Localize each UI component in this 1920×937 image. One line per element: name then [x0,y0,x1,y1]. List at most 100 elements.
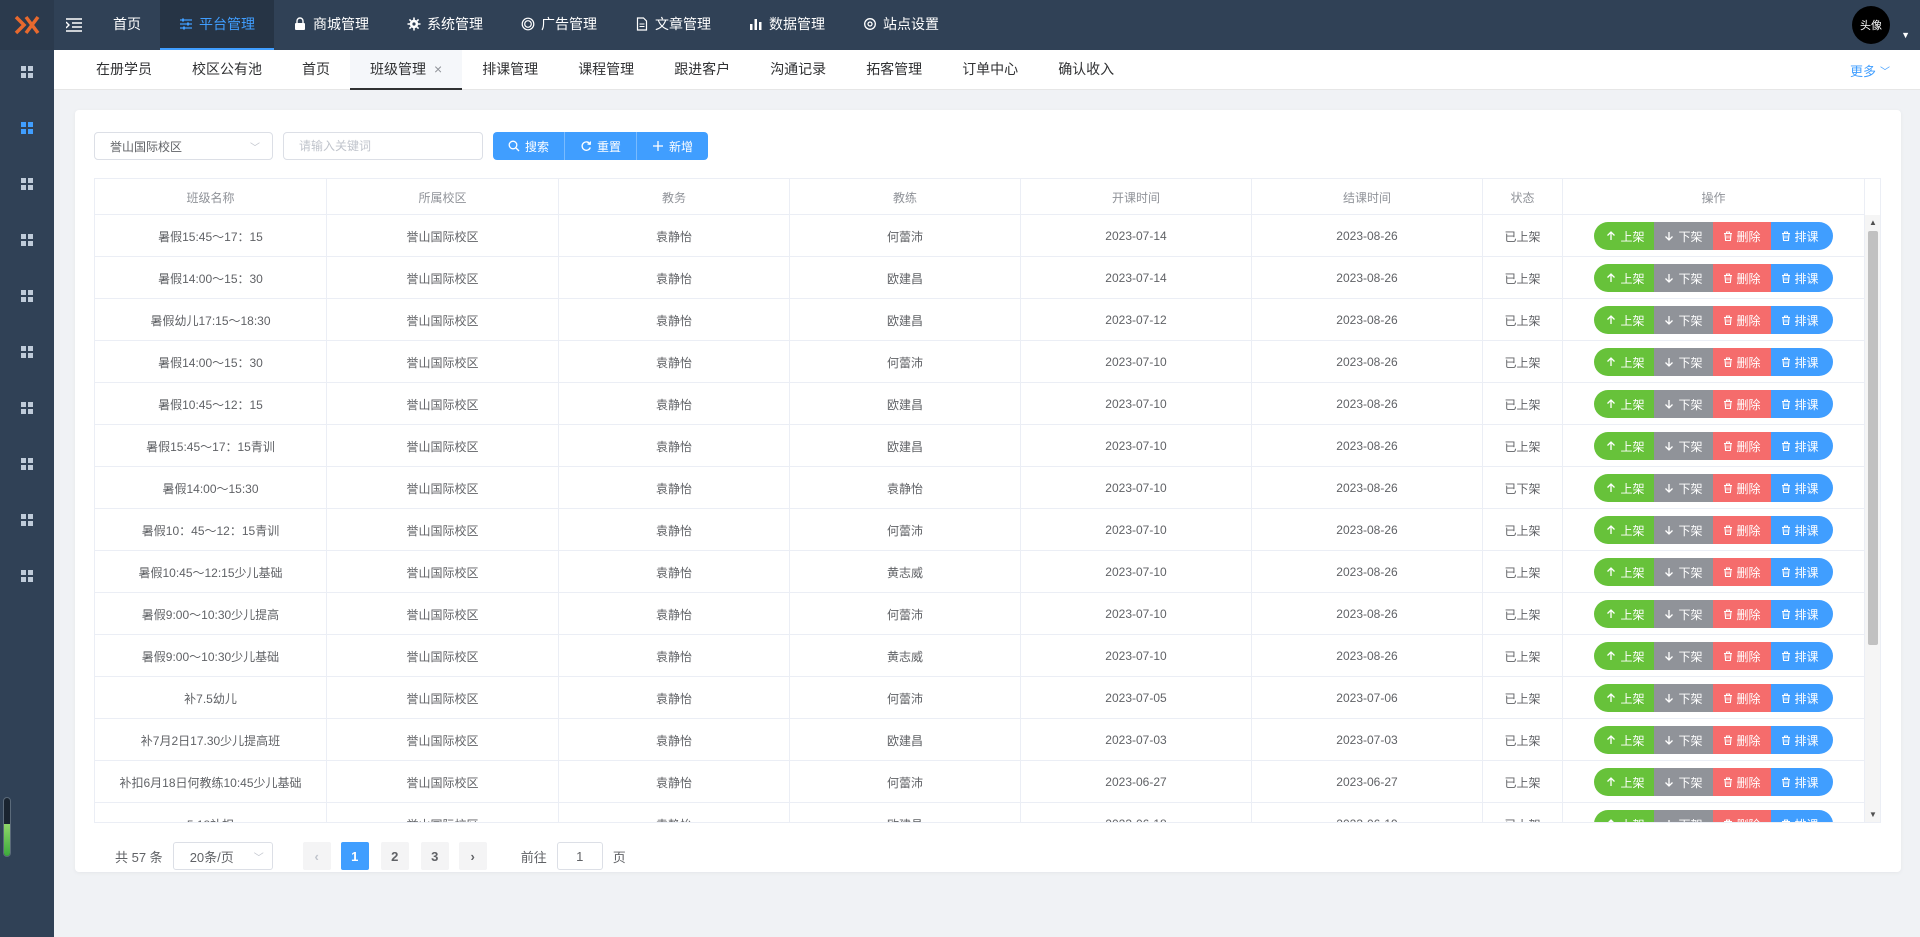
unshelve-button[interactable]: 下架 [1654,474,1713,502]
unshelve-button[interactable]: 下架 [1654,684,1713,712]
shelve-button[interactable]: 上架 [1594,558,1655,586]
scroll-up-icon[interactable]: ▲ [1869,218,1877,227]
unshelve-button[interactable]: 下架 [1654,768,1713,796]
delete-button[interactable]: 删除 [1712,222,1771,250]
page-number-button[interactable]: 3 [420,842,449,870]
topnav-item-6[interactable]: 数据管理 [730,0,844,50]
shelve-button[interactable]: 上架 [1594,390,1655,418]
sidebar-item-3[interactable] [0,218,54,262]
schedule-button[interactable]: 排课 [1770,474,1833,502]
delete-button[interactable]: 删除 [1712,642,1771,670]
delete-button[interactable]: 删除 [1712,432,1771,460]
delete-button[interactable]: 删除 [1712,558,1771,586]
topnav-item-0[interactable]: 首页 [94,0,160,50]
topnav-item-5[interactable]: 文章管理 [616,0,730,50]
schedule-button[interactable]: 排课 [1770,810,1833,822]
next-page-button[interactable]: › [458,842,487,870]
schedule-button[interactable]: 排课 [1770,348,1833,376]
tab-3[interactable]: 班级管理 × [350,50,463,90]
sidebar-item-0[interactable] [0,50,54,94]
delete-button[interactable]: 删除 [1712,810,1771,822]
delete-button[interactable]: 删除 [1712,348,1771,376]
delete-button[interactable]: 删除 [1712,390,1771,418]
shelve-button[interactable]: 上架 [1594,222,1655,250]
tab-1[interactable]: 校区公有池 [172,50,282,90]
unshelve-button[interactable]: 下架 [1654,390,1713,418]
add-button[interactable]: 新增 [637,132,709,160]
search-button[interactable]: 搜索 [493,132,566,160]
prev-page-button[interactable]: ‹ [302,842,331,870]
delete-button[interactable]: 删除 [1712,768,1771,796]
reset-button[interactable]: 重置 [565,132,638,160]
schedule-button[interactable]: 排课 [1770,600,1833,628]
tab-9[interactable]: 订单中心 [942,50,1038,90]
delete-button[interactable]: 删除 [1712,600,1771,628]
schedule-button[interactable]: 排课 [1770,516,1833,544]
tab-7[interactable]: 沟通记录 [750,50,846,90]
unshelve-button[interactable]: 下架 [1654,222,1713,250]
delete-button[interactable]: 删除 [1712,516,1771,544]
sidebar-item-8[interactable] [0,498,54,542]
page-number-button[interactable]: 1 [340,842,369,870]
shelve-button[interactable]: 上架 [1594,768,1655,796]
tab-0[interactable]: 在册学员 [76,50,172,90]
shelve-button[interactable]: 上架 [1594,642,1655,670]
unshelve-button[interactable]: 下架 [1654,558,1713,586]
page-number-button[interactable]: 2 [380,842,409,870]
unshelve-button[interactable]: 下架 [1654,348,1713,376]
sidebar-item-9[interactable] [0,554,54,598]
table-scrollbar[interactable]: ▲ ▼ [1864,215,1880,822]
schedule-button[interactable]: 排课 [1770,264,1833,292]
schedule-button[interactable]: 排课 [1770,768,1833,796]
topnav-item-4[interactable]: 广告管理 [502,0,616,50]
tab-8[interactable]: 拓客管理 [846,50,942,90]
sidebar-item-1[interactable] [0,106,54,150]
tab-5[interactable]: 课程管理 [558,50,654,90]
unshelve-button[interactable]: 下架 [1654,726,1713,754]
schedule-button[interactable]: 排课 [1770,558,1833,586]
schedule-button[interactable]: 排课 [1770,222,1833,250]
unshelve-button[interactable]: 下架 [1654,642,1713,670]
topnav-item-3[interactable]: 系统管理 [388,0,502,50]
tab-10[interactable]: 确认收入 [1038,50,1134,90]
delete-button[interactable]: 删除 [1712,306,1771,334]
delete-button[interactable]: 删除 [1712,684,1771,712]
unshelve-button[interactable]: 下架 [1654,516,1713,544]
shelve-button[interactable]: 上架 [1594,432,1655,460]
topnav-item-7[interactable]: 站点设置 [844,0,958,50]
schedule-button[interactable]: 排课 [1770,390,1833,418]
tab-4[interactable]: 排课管理 [462,50,558,90]
sidebar-item-7[interactable] [0,442,54,486]
delete-button[interactable]: 删除 [1712,474,1771,502]
scrollbar-thumb[interactable] [1868,231,1878,645]
schedule-button[interactable]: 排课 [1770,726,1833,754]
keyword-input[interactable] [283,132,483,160]
logo[interactable] [0,0,54,50]
schedule-button[interactable]: 排课 [1770,306,1833,334]
sidebar-item-5[interactable] [0,330,54,374]
topnav-item-1[interactable]: 平台管理 [160,0,274,50]
schedule-button[interactable]: 排课 [1770,684,1833,712]
avatar-caret-icon[interactable]: ▼ [1901,30,1910,40]
schedule-button[interactable]: 排课 [1770,432,1833,460]
shelve-button[interactable]: 上架 [1594,264,1655,292]
unshelve-button[interactable]: 下架 [1654,264,1713,292]
goto-page-input[interactable] [556,842,603,870]
shelve-button[interactable]: 上架 [1594,306,1655,334]
shelve-button[interactable]: 上架 [1594,684,1655,712]
delete-button[interactable]: 删除 [1712,264,1771,292]
shelve-button[interactable]: 上架 [1594,516,1655,544]
shelve-button[interactable]: 上架 [1594,726,1655,754]
unshelve-button[interactable]: 下架 [1654,600,1713,628]
page-size-select[interactable]: 20条/页 ﹀ [172,842,273,870]
delete-button[interactable]: 删除 [1712,726,1771,754]
unshelve-button[interactable]: 下架 [1654,810,1713,822]
shelve-button[interactable]: 上架 [1594,600,1655,628]
scroll-down-icon[interactable]: ▼ [1869,810,1877,819]
sidebar-toggle-button[interactable] [54,0,94,50]
schedule-button[interactable]: 排课 [1770,642,1833,670]
avatar[interactable]: 头像 [1852,6,1890,44]
shelve-button[interactable]: 上架 [1594,474,1655,502]
sidebar-item-2[interactable] [0,162,54,206]
shelve-button[interactable]: 上架 [1594,810,1655,822]
